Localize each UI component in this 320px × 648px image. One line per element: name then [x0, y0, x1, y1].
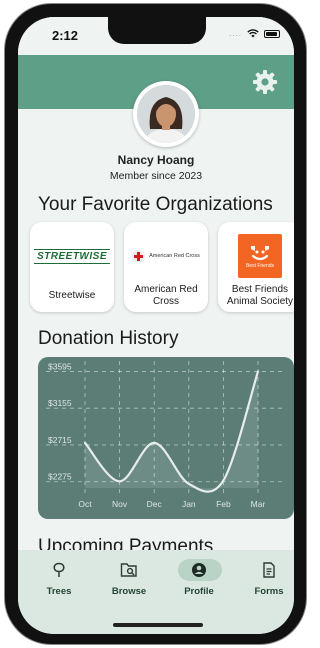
- org-name: Streetwise: [48, 290, 96, 301]
- x-tick-label: Nov: [112, 499, 128, 509]
- favorites-title: Your Favorite Organizations: [38, 194, 273, 215]
- best-friends-logo: Best Friends: [218, 234, 294, 278]
- browse-icon: [120, 563, 137, 577]
- tab-forms[interactable]: Forms: [238, 558, 294, 602]
- org-name: American Red Cross: [134, 284, 198, 307]
- x-tick-label: Mar: [251, 499, 266, 509]
- x-tick-label: Oct: [78, 499, 92, 509]
- red-cross-logo: American Red Cross: [124, 234, 208, 278]
- org-name: Best Friends Animal Society: [226, 284, 294, 307]
- red-cross-logo-text: American Red Cross: [149, 253, 200, 259]
- tab-label: Browse: [111, 586, 147, 597]
- tab-label: Trees: [46, 586, 72, 597]
- avatar[interactable]: [133, 81, 199, 147]
- profile-icon: [192, 563, 206, 577]
- tree-icon: [53, 562, 65, 577]
- series-area: [85, 371, 258, 492]
- org-card-streetwise[interactable]: STREETWISE Streetwise: [30, 222, 114, 312]
- dog-face-icon: [251, 245, 269, 260]
- tab-browse[interactable]: Browse: [98, 558, 160, 602]
- best-friends-logo-text: Best Friends: [245, 262, 275, 269]
- x-tick-label: Dec: [147, 499, 163, 509]
- member-since: Member since 2023: [109, 170, 203, 182]
- app-screen: 2:12 .... Nancy Hoang Member since 2023 …: [18, 17, 294, 634]
- streetwise-logo-text: STREETWISE: [33, 248, 110, 264]
- avatar-photo: [137, 85, 195, 143]
- tab-label: Profile: [184, 586, 214, 597]
- user-name: Nancy Hoang: [117, 153, 195, 167]
- org-card-american-red-cross[interactable]: American Red Cross American Red Cross: [124, 222, 208, 312]
- donation-chart-svg: $3595 $3155 $2715 $2275 Oct Nov Dec Jan Feb Mar: [46, 361, 286, 509]
- y-tick-label: $2275: [48, 472, 72, 482]
- tab-label: Forms: [254, 586, 284, 597]
- forms-icon: [263, 562, 275, 578]
- battery-icon: [264, 29, 280, 38]
- y-tick-label: $3595: [48, 361, 72, 371]
- donation-history-title: Donation History: [38, 328, 179, 349]
- gear-icon[interactable]: [252, 69, 278, 95]
- signal-dots: ....: [229, 29, 242, 38]
- status-time: 2:12: [52, 28, 79, 43]
- tab-trees[interactable]: Trees: [28, 558, 90, 602]
- tab-profile[interactable]: Profile: [168, 558, 230, 602]
- y-tick-label: $2715: [48, 435, 72, 445]
- org-card-best-friends[interactable]: Best Friends Best Friends Animal Society: [218, 222, 294, 312]
- device-notch: [108, 17, 206, 44]
- status-icons: ....: [229, 29, 280, 38]
- x-tick-label: Jan: [182, 499, 196, 509]
- donation-history-chart: $3595 $3155 $2715 $2275 Oct Nov Dec Jan Feb Mar: [38, 357, 294, 519]
- x-tick-label: Feb: [216, 499, 231, 509]
- home-indicator: [113, 623, 203, 627]
- wifi-icon: [247, 29, 259, 38]
- y-tick-label: $3155: [48, 398, 72, 408]
- streetwise-logo: STREETWISE: [30, 234, 114, 278]
- red-cross-icon: [132, 249, 146, 263]
- bottom-tab-bar: Trees Browse Profile Forms: [18, 550, 294, 634]
- status-bar: 2:12 ....: [18, 17, 294, 55]
